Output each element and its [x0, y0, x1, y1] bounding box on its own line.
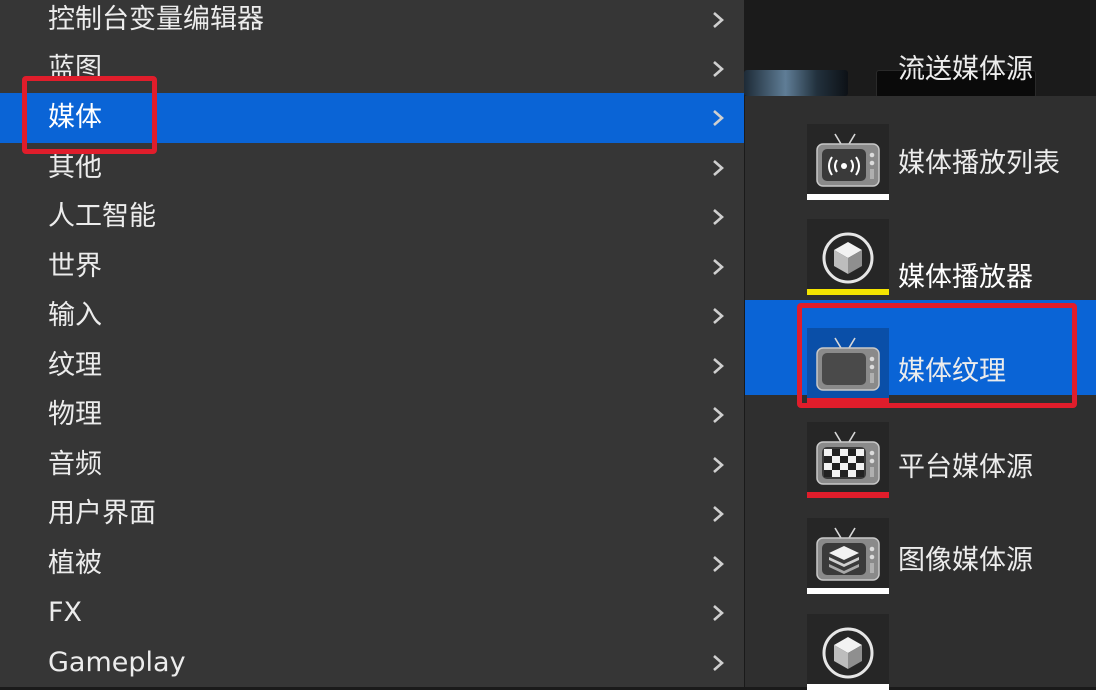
menu-item[interactable]: 物理: [0, 390, 744, 440]
menu-item-label: 人工智能: [48, 201, 156, 232]
chevron-right-icon: [713, 209, 724, 225]
menu-item[interactable]: 纹理: [0, 341, 744, 391]
layers-tv-icon: [816, 527, 880, 581]
chevron-right-icon: [713, 506, 724, 522]
asset-item-label: 媒体播放器: [898, 262, 1033, 293]
chevron-right-icon: [713, 308, 724, 324]
chevron-right-icon: [713, 61, 724, 77]
asset-thumbnail: [807, 124, 889, 200]
menu-item-label: 用户界面: [48, 498, 156, 529]
menu-item[interactable]: 媒体: [0, 93, 744, 143]
chevron-right-icon: [713, 457, 724, 473]
checker-tv-icon: [816, 431, 880, 485]
asset-thumbnail: [807, 614, 889, 690]
menu-item-label: 其他: [48, 152, 102, 183]
menu-item-label: 纹理: [48, 350, 102, 381]
chevron-right-icon: [713, 655, 724, 671]
menu-item-label: Gameplay: [48, 647, 186, 678]
menu-item[interactable]: 输入: [0, 291, 744, 341]
menu-item[interactable]: 用户界面: [0, 489, 744, 539]
asset-thumbnail: [807, 328, 889, 404]
chevron-right-icon: [713, 110, 724, 126]
menu-item-label: 物理: [48, 399, 102, 430]
menu-item-label: 世界: [48, 251, 102, 282]
media-submenu: 流送媒体源媒体播放列表 媒体播放器媒体纹理平台媒体源图像媒体源: [745, 54, 1096, 690]
cube-icon: [822, 232, 874, 284]
asset-item[interactable]: 图像媒体源: [745, 545, 1096, 690]
menu-item-label: 控制台变量编辑器: [48, 4, 264, 35]
menu-item-label: 媒体: [48, 102, 102, 133]
chevron-right-icon: [713, 12, 724, 28]
menu-item[interactable]: FX: [0, 588, 744, 638]
menu-item-label: 输入: [48, 300, 102, 331]
menu-item[interactable]: 控制台变量编辑器: [0, 0, 744, 45]
chevron-right-icon: [713, 605, 724, 621]
asset-thumbnail: [807, 422, 889, 498]
chevron-right-icon: [713, 259, 724, 275]
chevron-right-icon: [713, 160, 724, 176]
asset-item-label: 平台媒体源: [898, 452, 1033, 483]
menu-item[interactable]: 其他: [0, 143, 744, 193]
asset-type-bar: [807, 684, 889, 690]
chevron-right-icon: [713, 407, 724, 423]
stream-tv-icon: [816, 133, 880, 187]
menu-item[interactable]: 人工智能: [0, 192, 744, 242]
chevron-right-icon: [713, 556, 724, 572]
menu-item[interactable]: 蓝图: [0, 44, 744, 94]
background-thumbnail: [744, 70, 848, 96]
menu-item[interactable]: 音频: [0, 440, 744, 490]
menu-item[interactable]: 植被: [0, 539, 744, 589]
asset-item-label: 图像媒体源: [898, 545, 1033, 576]
menu-item-label: 植被: [48, 548, 102, 579]
asset-thumbnail: [807, 219, 889, 295]
tv-icon: [816, 337, 880, 391]
menu-item[interactable]: 世界: [0, 242, 744, 292]
menu-item-label: FX: [48, 597, 83, 628]
asset-item-label: 流送媒体源: [898, 54, 1033, 85]
asset-thumbnail: [807, 518, 889, 594]
menu-item-label: 音频: [48, 449, 102, 480]
category-menu: 控制台变量编辑器 蓝图媒体其他人工智能世界输入纹理物理音频用户界面植被 FX Game…: [0, 0, 744, 687]
chevron-right-icon: [713, 358, 724, 374]
cube-icon: [822, 627, 874, 679]
asset-type-bar: [807, 289, 889, 295]
menu-item[interactable]: Gameplay: [0, 638, 744, 688]
asset-item-label: 媒体纹理: [898, 356, 1006, 387]
asset-item-label: 媒体播放列表: [898, 148, 1060, 179]
menu-item-label: 蓝图: [48, 53, 102, 84]
